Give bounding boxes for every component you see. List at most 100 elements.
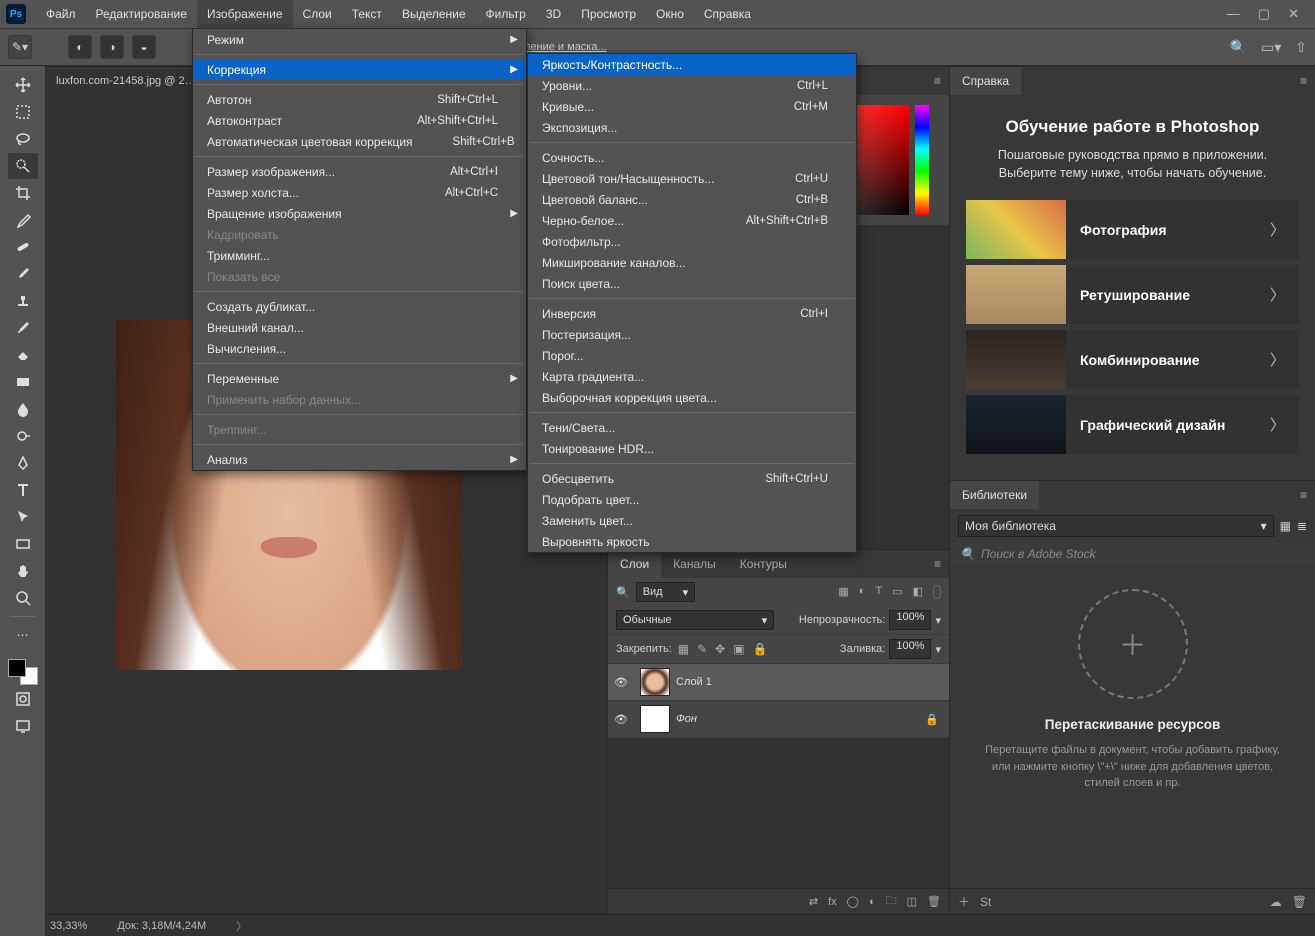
lib-stock-icon[interactable]: St (980, 895, 991, 909)
library-search[interactable]: 🔍 Поиск в Adobe Stock (950, 543, 1315, 565)
type-tool[interactable] (8, 477, 38, 503)
adj-equalize[interactable]: Выровнять яркость (528, 531, 856, 552)
adj-replacecolor[interactable]: Заменить цвет... (528, 510, 856, 531)
lock-trans-icon[interactable]: ▦ (678, 642, 689, 656)
tab-libraries[interactable]: Библиотеки (950, 481, 1039, 509)
menu-text[interactable]: Текст (342, 0, 392, 28)
adj-desaturate[interactable]: ОбесцветитьShift+Ctrl+U (528, 468, 856, 489)
adj-shadowhighlight[interactable]: Тени/Света... (528, 417, 856, 438)
adj-huesat[interactable]: Цветовой тон/Насыщенность...Ctrl+U (528, 168, 856, 189)
select-and-mask-link[interactable]: ление и маска... (524, 41, 607, 53)
hue-slider[interactable] (915, 105, 929, 215)
adj-levels[interactable]: Уровни...Ctrl+L (528, 75, 856, 96)
menu-file[interactable]: Файл (36, 0, 86, 28)
fill-value[interactable]: 100% (889, 639, 931, 659)
fx-icon[interactable]: fx (828, 896, 837, 908)
add-resource-icon[interactable]: ＋ (1078, 589, 1188, 699)
quick-select-tool[interactable] (8, 153, 38, 179)
blur-tool[interactable] (8, 396, 38, 422)
layer-name[interactable]: Фон (676, 713, 697, 725)
window-maximize[interactable]: ▢ (1258, 6, 1270, 22)
hand-tool[interactable] (8, 558, 38, 584)
library-select[interactable]: Моя библиотека▾ (958, 515, 1274, 537)
learn-item-graphic[interactable]: Графический дизайн〉 (966, 395, 1299, 454)
menu-edit[interactable]: Редактирование (86, 0, 197, 28)
arrange-icon[interactable]: ▭▾ (1261, 39, 1281, 56)
zoom-tool[interactable] (8, 585, 38, 611)
menu-select[interactable]: Выделение (392, 0, 476, 28)
menu-correction[interactable]: Коррекция▶ (193, 59, 526, 80)
search-icon[interactable]: 🔍 (1230, 39, 1247, 56)
window-minimize[interactable]: — (1227, 6, 1240, 22)
edit-toolbar-icon[interactable]: ⋯ (8, 622, 38, 648)
quickmask-tool[interactable] (8, 686, 38, 712)
quick-select-new-icon[interactable]: ◐ (68, 35, 92, 59)
menu-canvassize[interactable]: Размер холста...Alt+Ctrl+C (193, 182, 526, 203)
screenmode-tool[interactable] (8, 713, 38, 739)
adj-colorlookup[interactable]: Поиск цвета... (528, 273, 856, 294)
menu-layers[interactable]: Слои (293, 0, 342, 28)
layer-row-1[interactable]: 👁 Слой 1 (608, 664, 949, 701)
lib-cloud-icon[interactable]: ☁ (1270, 895, 1282, 909)
adj-brightness[interactable]: Яркость/Контрастность... (528, 54, 856, 75)
panel-menu-icon[interactable]: ≡ (1292, 74, 1315, 88)
new-layer-icon[interactable]: ◫ (907, 895, 917, 908)
menu-view[interactable]: Просмотр (571, 0, 646, 28)
history-brush-tool[interactable] (8, 315, 38, 341)
menu-filter[interactable]: Фильтр (476, 0, 536, 28)
adj-curves[interactable]: Кривые...Ctrl+M (528, 96, 856, 117)
path-select-tool[interactable] (8, 504, 38, 530)
link-layers-icon[interactable]: ⇄ (809, 895, 818, 908)
panel-menu-icon[interactable]: ≡ (926, 557, 949, 571)
menu-autocolor[interactable]: Автоматическая цветовая коррекцияShift+C… (193, 131, 526, 152)
lib-add-icon[interactable]: ＋ (958, 893, 970, 910)
adj-photofilter[interactable]: Фотофильтр... (528, 231, 856, 252)
move-tool[interactable] (8, 72, 38, 98)
layer-name[interactable]: Слой 1 (676, 676, 712, 688)
delete-icon[interactable]: 🗑 (927, 895, 941, 908)
opacity-value[interactable]: 100% (889, 610, 931, 630)
filter-toggle[interactable] (933, 585, 941, 599)
quick-select-add-icon[interactable]: ◑ (100, 35, 124, 59)
quick-select-sub-icon[interactable]: ◒ (132, 35, 156, 59)
learn-item-retouch[interactable]: Ретуширование〉 (966, 265, 1299, 324)
gradient-tool[interactable] (8, 369, 38, 395)
layer-row-bg[interactable]: 👁 Фон 🔒 (608, 701, 949, 738)
menu-window[interactable]: Окно (646, 0, 694, 28)
doc-info[interactable]: Док: 3,18M/4,24M (117, 920, 206, 932)
menu-3d[interactable]: 3D (536, 0, 571, 28)
adj-channelmixer[interactable]: Микширование каналов... (528, 252, 856, 273)
panel-menu-icon[interactable]: ≡ (926, 74, 949, 88)
adj-blackwhite[interactable]: Черно-белое...Alt+Shift+Ctrl+B (528, 210, 856, 231)
adj-hdrtoning[interactable]: Тонирование HDR... (528, 438, 856, 459)
filter-type-icon[interactable]: T (875, 585, 882, 599)
learn-item-combine[interactable]: Комбинирование〉 (966, 330, 1299, 389)
group-icon[interactable]: 🗀 (886, 892, 897, 911)
stamp-tool[interactable] (8, 288, 38, 314)
lock-artb-icon[interactable]: ▣ (733, 642, 744, 656)
adj-selectivecolor[interactable]: Выборочная коррекция цвета... (528, 387, 856, 408)
adj-gradientmap[interactable]: Карта градиента... (528, 366, 856, 387)
brush-tool[interactable] (8, 261, 38, 287)
color-swatches[interactable] (8, 659, 38, 685)
adj-threshold[interactable]: Порог... (528, 345, 856, 366)
grid-view-icon[interactable]: ▦ (1280, 519, 1291, 533)
tab-layers[interactable]: Слои (608, 550, 661, 578)
visibility-icon[interactable]: 👁 (608, 676, 634, 689)
rectangle-tool[interactable] (8, 531, 38, 557)
adj-exposure[interactable]: Экспозиция... (528, 117, 856, 138)
lasso-tool[interactable] (8, 126, 38, 152)
menu-calculations[interactable]: Вычисления... (193, 338, 526, 359)
crop-tool[interactable] (8, 180, 38, 206)
share-icon[interactable]: ⇧ (1295, 39, 1307, 56)
zoom-level[interactable]: 33,33% (50, 920, 87, 932)
adj-matchcolor[interactable]: Подобрать цвет... (528, 489, 856, 510)
list-view-icon[interactable]: ≣ (1297, 519, 1307, 533)
menu-rotate[interactable]: Вращение изображения▶ (193, 203, 526, 224)
adj-invert[interactable]: ИнверсияCtrl+I (528, 303, 856, 324)
menu-applyimage[interactable]: Внешний канал... (193, 317, 526, 338)
adjustment-icon[interactable]: ◐ (869, 896, 876, 908)
filter-adjust-icon[interactable]: ◐ (859, 585, 866, 599)
filter-shape-icon[interactable]: ▭ (892, 585, 902, 599)
tab-help[interactable]: Справка (950, 67, 1021, 95)
